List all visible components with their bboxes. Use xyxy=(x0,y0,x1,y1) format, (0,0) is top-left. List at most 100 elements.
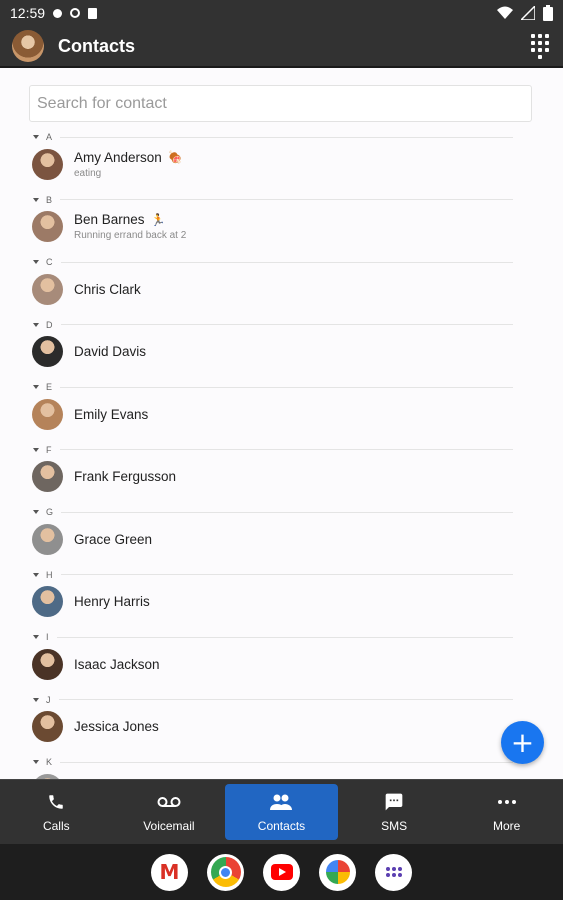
contact-name: Jessica Jones xyxy=(74,719,159,734)
contact-avatar xyxy=(32,211,63,242)
status-right xyxy=(497,5,553,21)
nav-calls[interactable]: Calls xyxy=(0,780,113,844)
section-divider xyxy=(56,636,513,638)
collapse-caret-icon xyxy=(33,135,39,139)
contact-status: Running errand back at 2 xyxy=(74,230,187,241)
contact-name-text: David Davis xyxy=(74,344,147,359)
phone-icon xyxy=(47,791,65,813)
collapse-caret-icon xyxy=(33,510,39,514)
youtube-icon[interactable] xyxy=(263,853,300,891)
contact-avatar xyxy=(32,711,63,742)
contact-section: D David Davis xyxy=(0,318,563,381)
collapse-caret-icon xyxy=(33,572,39,577)
search-box xyxy=(29,85,532,122)
contact-row[interactable]: David Davis xyxy=(32,335,512,369)
chrome-icon[interactable] xyxy=(207,853,244,891)
contact-row[interactable]: Henry Harris xyxy=(32,585,512,619)
contact-name: Henry Harris xyxy=(74,594,150,609)
section-divider xyxy=(60,199,513,200)
plus-icon: + xyxy=(510,725,535,759)
status-time: 12:59 xyxy=(10,5,46,21)
section-header[interactable]: A xyxy=(33,130,513,144)
system-dock: M xyxy=(0,844,563,900)
contact-section: G Grace Green xyxy=(0,505,563,568)
contact-row[interactable]: Isaac Jackson xyxy=(32,647,512,681)
contact-row[interactable]: Grace Green xyxy=(32,522,512,556)
contact-section: E Emily Evans xyxy=(0,380,563,443)
collapse-caret-icon xyxy=(33,260,39,264)
contact-row[interactable]: Ben Barnes 🏃 Running errand back at 2 xyxy=(32,210,512,244)
contact-text: Grace Green xyxy=(74,532,152,547)
status-bar: 12:59 xyxy=(0,0,563,26)
section-letter: A xyxy=(46,132,53,142)
contact-text: Jessica Jones xyxy=(74,719,159,734)
contact-name-text: Grace Green xyxy=(74,531,153,547)
gmail-icon[interactable]: M xyxy=(151,853,188,891)
section-header[interactable]: E xyxy=(33,380,513,394)
contact-avatar xyxy=(32,148,63,180)
contact-name: Isaac Jackson xyxy=(74,657,160,672)
contact-name-text: Jessica Jones xyxy=(74,719,159,734)
section-letter: G xyxy=(46,507,54,517)
section-header[interactable]: I xyxy=(33,630,513,644)
section-divider xyxy=(60,386,513,388)
nav-voicemail[interactable]: Voicemail xyxy=(113,780,226,844)
contact-row[interactable]: Chris Clark xyxy=(32,272,512,306)
section-letter: D xyxy=(46,319,53,330)
contact-text: Isaac Jackson xyxy=(74,657,160,672)
more-horiz-icon xyxy=(497,791,516,813)
app-drawer-icon[interactable] xyxy=(375,853,412,891)
people-icon xyxy=(269,791,293,813)
contact-row[interactable] xyxy=(32,772,512,779)
contact-section: A Amy Anderson 🍖 eating xyxy=(0,130,563,193)
contact-row[interactable]: Jessica Jones xyxy=(32,710,512,744)
contact-name: Amy Anderson 🍖 xyxy=(74,150,183,165)
contact-section: F Frank Fergusson xyxy=(0,443,563,506)
section-divider xyxy=(60,261,513,263)
section-letter: E xyxy=(46,382,53,392)
add-contact-button[interactable]: + xyxy=(501,721,544,764)
contact-row[interactable]: Emily Evans xyxy=(32,397,512,431)
search-input[interactable] xyxy=(30,86,531,121)
nav-more[interactable]: More xyxy=(450,780,563,844)
contact-text: Frank Fergusson xyxy=(74,469,176,484)
contacts-content: A Amy Anderson 🍖 eating B Ben Barnes 🏃 Running … xyxy=(0,68,563,779)
collapse-caret-icon xyxy=(33,322,39,327)
profile-avatar[interactable] xyxy=(12,30,44,62)
app-bar: Contacts xyxy=(0,26,563,68)
section-header[interactable]: K xyxy=(33,755,513,769)
contact-name: Frank Fergusson xyxy=(74,469,176,484)
section-letter: J xyxy=(46,694,51,705)
collapse-caret-icon xyxy=(33,635,39,639)
status-emoji: 🏃 xyxy=(150,212,166,227)
section-header[interactable]: J xyxy=(33,693,513,707)
contact-text: Amy Anderson 🍖 eating xyxy=(74,150,183,179)
section-divider xyxy=(60,324,513,325)
contact-section: C Chris Clark xyxy=(0,255,563,318)
collapse-caret-icon xyxy=(33,197,39,202)
voicemail-icon xyxy=(157,791,181,813)
contact-row[interactable]: Amy Anderson 🍖 eating xyxy=(32,147,512,181)
section-header[interactable]: H xyxy=(33,568,513,582)
section-header[interactable]: F xyxy=(33,443,513,457)
section-header[interactable]: B xyxy=(33,193,513,207)
section-header[interactable]: C xyxy=(33,255,513,269)
contact-row[interactable]: Frank Fergusson xyxy=(32,460,512,494)
contact-avatar xyxy=(32,336,63,367)
contact-text: Emily Evans xyxy=(74,407,148,422)
sim-card-icon xyxy=(88,7,98,19)
section-header[interactable]: G xyxy=(33,505,513,519)
contact-avatar xyxy=(32,398,63,430)
section-header[interactable]: D xyxy=(33,318,513,332)
contact-name: David Davis xyxy=(74,344,146,359)
vpn-icon xyxy=(70,8,81,18)
nav-contacts[interactable]: Contacts xyxy=(225,784,338,840)
dialpad-icon[interactable] xyxy=(529,33,551,59)
photos-icon[interactable] xyxy=(319,853,356,891)
contact-text: Henry Harris xyxy=(74,594,150,609)
contact-name-text: Ben Barnes xyxy=(74,212,145,227)
section-letter: I xyxy=(46,632,49,642)
contact-name-text: Emily Evans xyxy=(74,406,149,422)
nav-sms[interactable]: SMS xyxy=(338,780,451,844)
page-title: Contacts xyxy=(58,35,136,56)
